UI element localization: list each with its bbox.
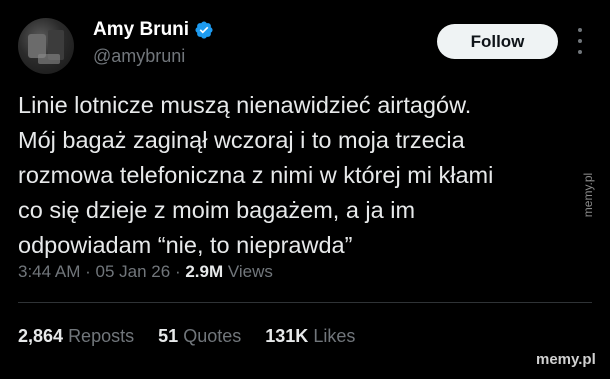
meta-separator: · — [174, 262, 181, 281]
author-handle[interactable]: @amybruni — [93, 46, 185, 67]
engagement-stats: 2,864 Reposts 51 Quotes 131K Likes — [18, 326, 355, 347]
tweet-text: Linie lotnicze muszą nienawidzieć airtag… — [18, 88, 578, 263]
quotes-count[interactable]: 51 — [158, 326, 178, 346]
reposts-label[interactable]: Reposts — [68, 326, 134, 346]
reposts-count[interactable]: 2,864 — [18, 326, 63, 346]
more-dot — [578, 28, 582, 32]
avatar-photo-detail — [38, 54, 60, 64]
likes-label[interactable]: Likes — [313, 326, 355, 346]
follow-button[interactable]: Follow — [437, 24, 558, 59]
tweet-date[interactable]: 05 Jan 26 — [96, 262, 171, 281]
likes-count[interactable]: 131K — [265, 326, 308, 346]
more-dot — [578, 39, 582, 43]
author-display-name[interactable]: Amy Bruni — [93, 19, 189, 41]
meta-separator: · — [85, 262, 91, 281]
tweet-meta: 3:44 AM · 05 Jan 26 · 2.9M Views — [18, 262, 273, 282]
more-dot — [578, 50, 582, 54]
author-name-row[interactable]: Amy Bruni — [93, 19, 214, 41]
tweet-line: odpowiadam “nie, to nieprawda” — [18, 232, 353, 258]
tweet-line: Linie lotnicze muszą nienawidzieć airtag… — [18, 92, 472, 118]
watermark-bottom: memy.pl — [536, 351, 596, 368]
watermark-side: memy.pl — [581, 172, 595, 218]
views-count[interactable]: 2.9M — [185, 262, 223, 281]
views-label: Views — [227, 262, 273, 281]
quotes-label[interactable]: Quotes — [183, 326, 241, 346]
more-vertical-icon[interactable] — [576, 28, 584, 54]
tweet-time[interactable]: 3:44 AM — [18, 262, 80, 281]
avatar[interactable] — [18, 18, 74, 74]
divider — [18, 302, 592, 303]
tweet-line: Mój bagaż zaginął wczoraj i to moja trze… — [18, 127, 465, 153]
tweet-line: rozmowa telefoniczna z nimi w której mi … — [18, 162, 494, 188]
verified-badge-icon — [195, 21, 213, 39]
tweet-line: co się dzieje z moim bagażem, a ja im — [18, 197, 416, 223]
